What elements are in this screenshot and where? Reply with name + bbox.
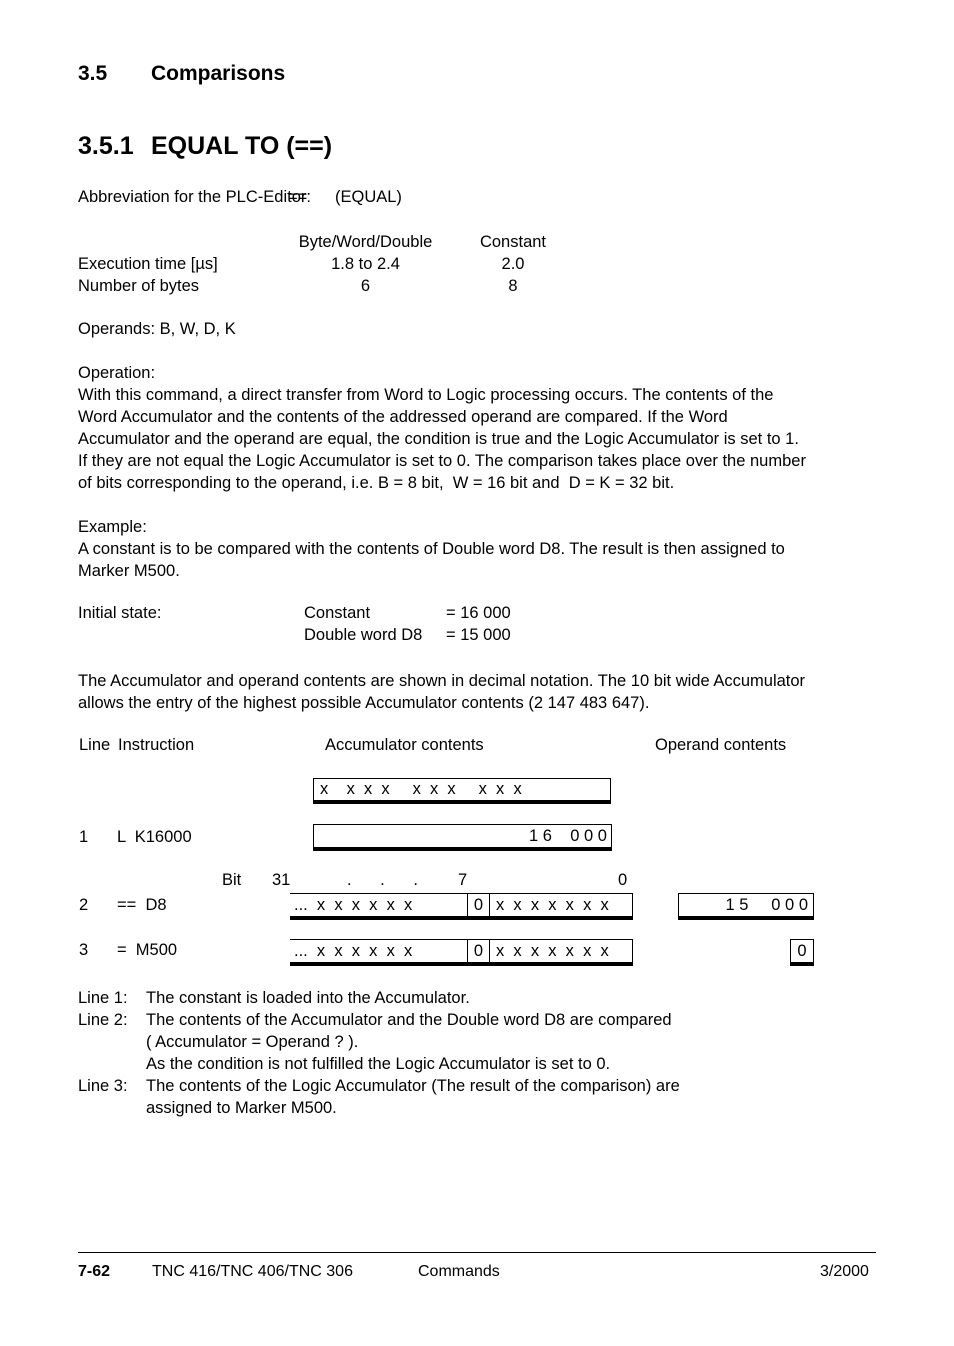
explanation-tag: Line 3: (78, 1077, 128, 1095)
footer-date: 3/2000 (820, 1263, 869, 1280)
bit-scale-msb: 31 (272, 871, 291, 889)
operands-line: Operands: B, W, D, K (78, 320, 236, 338)
explanation-text: As the condition is not fulfilled the Lo… (146, 1055, 611, 1073)
accumulator-box-split: ... x x x x x x 0 x x x x x x x (290, 893, 633, 920)
diagram-header-operand: Operand contents (655, 736, 787, 754)
section-heading: 3.5 Comparisons (78, 62, 285, 86)
spec-row-constant: 8 (508, 277, 518, 295)
document-page: 3.5 Comparisons 3.5.1 EQUAL TO (==) Abbrev… (0, 0, 954, 1346)
list-item: ( Accumulator = Operand ? ). (78, 1031, 680, 1053)
subsection-heading: 3.5.1 EQUAL TO (==) (78, 132, 332, 161)
explanation-tag: Line 2: (78, 1011, 128, 1029)
initial-state-name: Constant (304, 604, 371, 622)
footer-page-number: 7-62 (78, 1263, 111, 1280)
list-item: Line 1: The constant is loaded into the … (78, 987, 680, 1009)
footer-chapter: Commands (418, 1263, 500, 1280)
accumulator-high-segment: ... x x x x x x (290, 939, 467, 966)
spec-header-constant: Constant (479, 233, 547, 251)
diagram-row-label: 3 = M500 (79, 941, 177, 960)
list-item: Line 3: The contents of the Logic Accumu… (78, 1075, 680, 1097)
accumulator-bit-cell: 0 (467, 939, 490, 966)
explanation-text: The contents of the Accumulator and the … (146, 1011, 672, 1029)
spec-row-bwd: 6 (360, 277, 371, 295)
bit-scale: Bit 31 . . . 7 0 (222, 871, 642, 891)
accumulator-box-constant: 1 6 0 0 0 (313, 824, 612, 851)
initial-state-name: Double word D8 (304, 626, 423, 644)
spec-row-label: Number of bytes (78, 277, 200, 295)
accumulator-box-split: ... x x x x x x 0 x x x x x x x (290, 939, 633, 966)
bit-scale-label: Bit (222, 871, 242, 889)
row-instruction: == D8 (117, 896, 167, 914)
bit-scale-dots: . . . (347, 871, 430, 889)
diagram-header-accumulator: Accumulator contents (325, 736, 484, 754)
row-instruction: L K16000 (117, 828, 192, 846)
explanation-text: ( Accumulator = Operand ? ). (146, 1033, 359, 1051)
accumulator-low-segment: x x x x x x x (490, 893, 633, 920)
row-line-number: 3 (79, 941, 89, 959)
subsection-number: 3.5.1 (78, 132, 134, 160)
table-row: Byte/Word/Double Constant (78, 231, 573, 253)
section-number: 3.5 (78, 62, 108, 85)
operation-heading: Operation: (78, 364, 156, 382)
decimal-note: The Accumulator and operand contents are… (78, 672, 806, 712)
row-instruction: = M500 (117, 941, 178, 959)
abbreviation-operator: == (288, 188, 308, 206)
spec-row-bwd: 1.8 to 2.4 (331, 255, 400, 273)
table-row: Number of bytes 6 8 (78, 275, 573, 297)
explanation-text: assigned to Marker M500. (146, 1099, 337, 1117)
diagram-row-label: 1 L K16000 (79, 828, 192, 847)
abbreviation-line: Abbreviation for the PLC-Editor:== (EQUAL… (78, 186, 402, 208)
explanation-text: The contents of the Logic Accumulator (T… (146, 1077, 680, 1095)
spec-header-blank (78, 231, 278, 253)
accumulator-high-segment: ... x x x x x x (290, 893, 467, 920)
operation-body: With this command, a direct transfer fro… (78, 386, 806, 492)
explanation-tag (78, 1097, 146, 1119)
diagram-header-line: Line (79, 736, 111, 754)
table-row: Initial state: Constant = 16 000 (78, 602, 511, 624)
row-line-number: 1 (79, 828, 89, 846)
accumulator-low-segment: x x x x x x x (490, 939, 633, 966)
initial-state-value: = 15 000 (446, 626, 511, 644)
footer-product: TNC 416/TNC 406/TNC 306 (152, 1263, 353, 1280)
list-item: assigned to Marker M500. (78, 1097, 680, 1119)
subsection-title: EQUAL TO (==) (151, 132, 333, 160)
abbreviation-label: Abbreviation for the PLC-Editor: (78, 188, 311, 206)
table-row: Execution time [µs] 1.8 to 2.4 2.0 (78, 253, 573, 275)
spec-row-constant: 2.0 (501, 255, 525, 273)
accumulator-box-pattern: x x x x x x x x x x (313, 778, 611, 804)
initial-state-table: Initial state: Constant = 16 000 Double … (78, 602, 511, 646)
operand-box-value: 1 5 0 0 0 (678, 893, 814, 920)
bit-scale-lsb: 0 (618, 871, 628, 889)
accumulator-bit-cell: 0 (467, 893, 490, 920)
line-explanations: Line 1: The constant is loaded into the … (78, 987, 680, 1119)
example-body: A constant is to be compared with the co… (78, 540, 785, 580)
list-item: As the condition is not fulfilled the Lo… (78, 1053, 680, 1075)
spec-row-label: Execution time [µs] (78, 255, 218, 273)
bit-scale-mid: 7 (458, 871, 468, 889)
section-title: Comparisons (151, 62, 286, 85)
row-line-number: 2 (79, 896, 89, 914)
footer-divider (78, 1252, 876, 1253)
diagram-row-label: 2 == D8 (79, 896, 167, 915)
operand-box-result: 0 (790, 939, 814, 966)
table-row: Double word D8 = 15 000 (78, 624, 511, 646)
abbreviation-name: (EQUAL) (335, 188, 402, 206)
explanation-tag (78, 1053, 146, 1075)
explanation-tag (78, 1031, 146, 1053)
spec-table: Byte/Word/Double Constant Execution time… (78, 231, 573, 297)
explanation-tag: Line 1: (78, 989, 128, 1007)
diagram-header-instruction: Instruction (118, 736, 195, 754)
initial-state-value: = 16 000 (446, 604, 511, 622)
spec-header-bwd: Byte/Word/Double (298, 233, 433, 251)
initial-state-label: Initial state: (78, 604, 162, 622)
example-heading: Example: (78, 518, 147, 536)
list-item: Line 2: The contents of the Accumulator … (78, 1009, 680, 1031)
explanation-text: The constant is loaded into the Accumula… (146, 989, 470, 1007)
